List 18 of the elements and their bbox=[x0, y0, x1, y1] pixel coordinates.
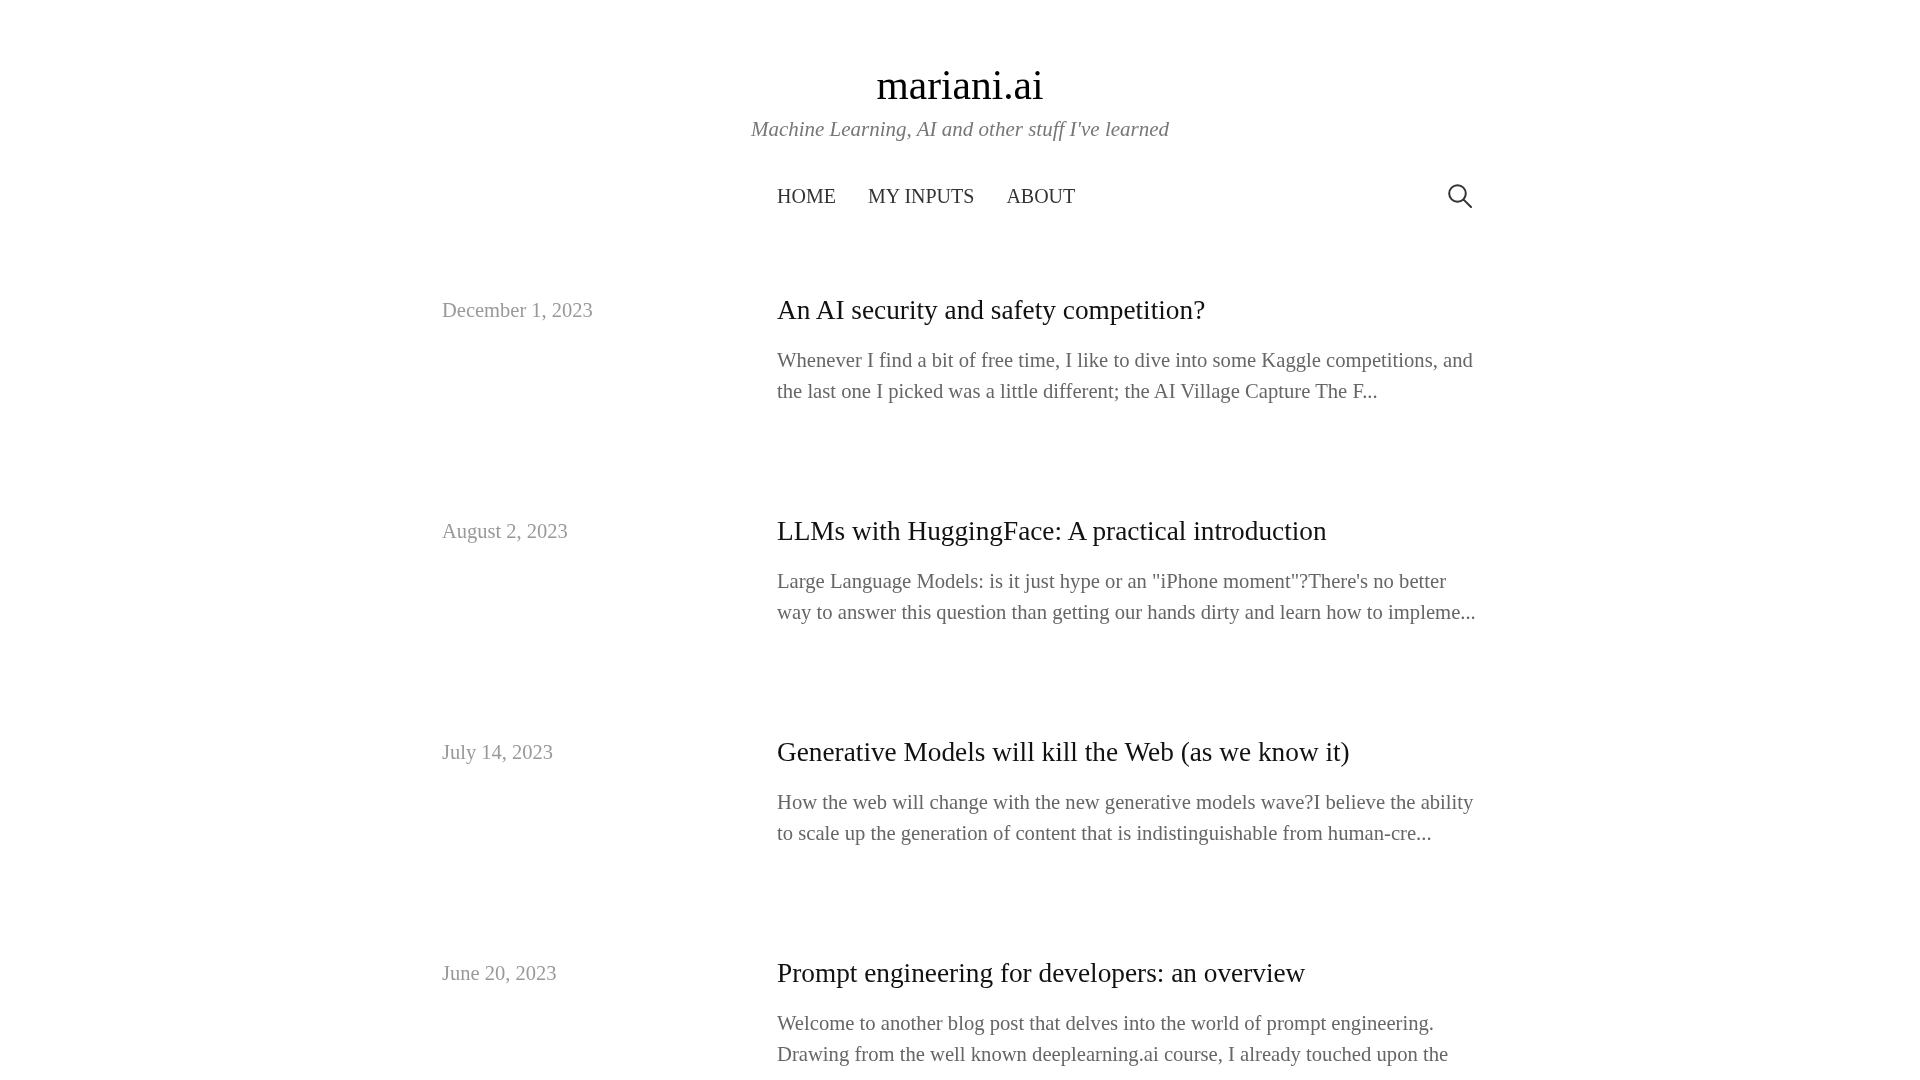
post-excerpt: Whenever I find a bit of free time, I like to dive into some Kaggle competitions, and the last one I picked was a little different; the AI Village Capture The F... bbox=[777, 348, 1474, 405]
post-title[interactable]: LLMs with HuggingFace: A practical introduction bbox=[777, 513, 1327, 549]
post-date: July 14, 2023 bbox=[441, 740, 554, 766]
search-icon[interactable] bbox=[1448, 184, 1472, 208]
post-title[interactable]: Prompt engineering for developers: an overview bbox=[777, 955, 1306, 991]
post-date: August 2, 2023 bbox=[441, 519, 568, 545]
post-date: December 1, 2023 bbox=[441, 298, 593, 323]
post-excerpt: How the web will change with the new generative models wave?I believe the ability to scale up the generation of content that is indistinguishable from human-cre... bbox=[777, 790, 1475, 847]
post-title[interactable]: Generative Models will kill the Web (as we know it) bbox=[777, 734, 1350, 770]
nav-link[interactable]: MY INPUTS bbox=[867, 182, 975, 210]
post-date: June 20, 2023 bbox=[441, 961, 557, 986]
post-title[interactable]: An AI security and safety competition? bbox=[777, 292, 1206, 328]
post-excerpt: Welcome to another blog post that delves into the world of prompt engineering. Drawing from the well known deeplearning.ai course, I already touched upon the bbox=[777, 1011, 1450, 1068]
post-excerpt: Large Language Models: is it just hype or an "iPhone moment"?There's no better way to answer this question than getting our hands dirty and learn how to impleme... bbox=[777, 569, 1477, 626]
site-tagline: Machine Learning, AI and other stuff I've learned bbox=[750, 116, 1170, 143]
site-title[interactable]: mariani.ai bbox=[876, 61, 1044, 109]
nav-link[interactable]: HOME bbox=[777, 182, 836, 210]
nav-link[interactable]: ABOUT bbox=[1006, 182, 1076, 210]
